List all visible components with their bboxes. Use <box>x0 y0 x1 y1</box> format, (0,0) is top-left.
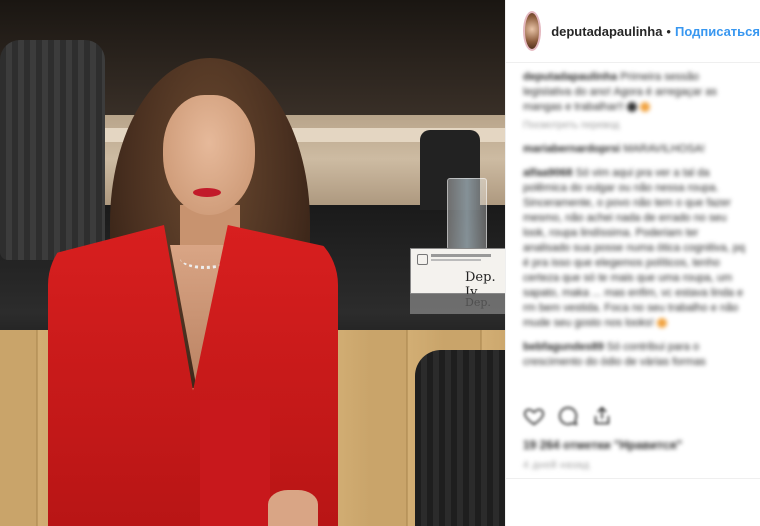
heart-emoji-icon <box>626 102 637 113</box>
comment-text: MARAVILHOSA! <box>623 143 705 155</box>
divider <box>506 478 760 479</box>
comment-user[interactable]: bebfagundes89 <box>523 341 604 353</box>
comment-item: mariabernardoprsi MARAVILHOSA! <box>523 142 748 157</box>
nameplate: Dep. Iv <box>410 248 505 300</box>
lips <box>193 188 221 197</box>
likes-count[interactable]: 19 264 отметки "Нравится" <box>523 438 682 452</box>
emoji-icon <box>656 318 667 329</box>
nameplate-reflection-text: Dep. <box>465 296 491 309</box>
nameplate-reflection: Dep. <box>410 294 505 314</box>
chair-left <box>0 40 105 260</box>
post-sidebar: deputadapaulinha • Подписаться deputadap… <box>505 0 760 526</box>
heart-icon[interactable] <box>523 405 545 427</box>
comment-item: alfaa9068 Só vim aqui pra ver a tal da p… <box>523 166 748 331</box>
action-bar <box>523 405 613 427</box>
post-date: 4 дней назад <box>523 460 590 471</box>
water-glass <box>447 178 487 250</box>
separator-dot: • <box>666 23 671 39</box>
post-photo[interactable]: Dep. Iv Dep. <box>0 0 505 526</box>
hand <box>268 490 318 526</box>
instagram-post: Dep. Iv Dep. deputadapaulinha • Подписат… <box>0 0 760 526</box>
comment-item: bebfagundes89 Só contribui para o cresci… <box>523 340 748 370</box>
chair-bottom-right <box>415 350 505 526</box>
share-icon[interactable] <box>591 405 613 427</box>
comment-icon[interactable] <box>557 405 579 427</box>
comment-user[interactable]: mariabernardoprsi <box>523 143 620 155</box>
emblem-icon <box>417 254 428 265</box>
avatar[interactable] <box>523 11 542 51</box>
username[interactable]: deputadapaulinha <box>551 24 662 39</box>
translate-link[interactable]: Посмотреть перевод <box>523 118 748 133</box>
comment-user[interactable]: alfaa9068 <box>523 167 573 179</box>
follow-button[interactable]: Подписаться <box>675 24 760 39</box>
post-header: deputadapaulinha • Подписаться <box>506 0 760 63</box>
comment-item: deputadapaulinha Primeira sessão legisla… <box>523 70 748 133</box>
comment-text: Só vim aqui pra ver a tal da polêmica do… <box>523 167 745 329</box>
emoji-icon <box>640 102 651 113</box>
red-dress <box>200 400 270 526</box>
comments-list: deputadapaulinha Primeira sessão legisla… <box>523 70 748 379</box>
face <box>163 95 255 215</box>
comment-user[interactable]: deputadapaulinha <box>523 71 617 83</box>
